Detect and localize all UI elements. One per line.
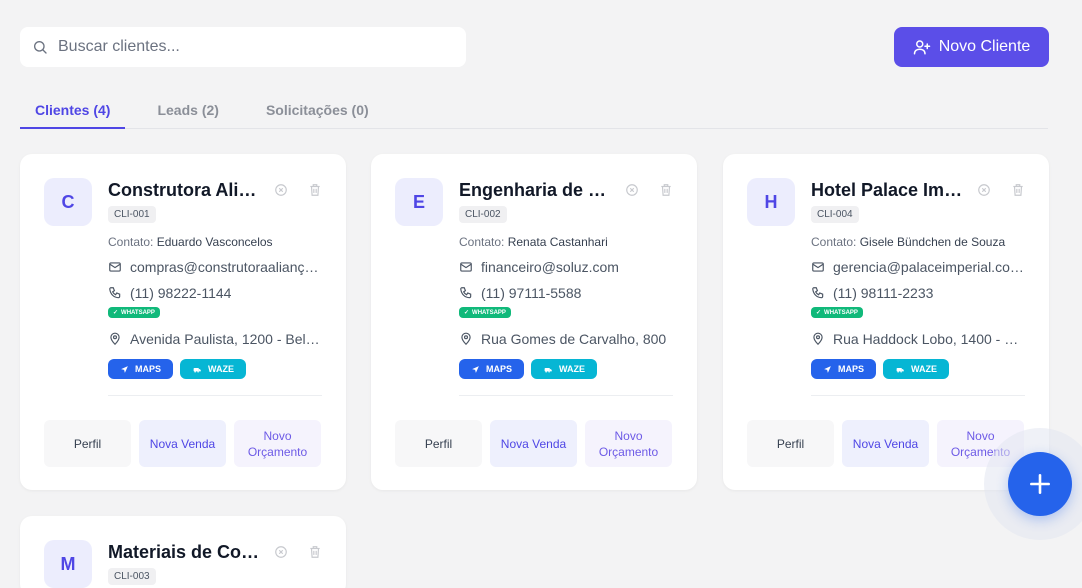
- client-email: financeiro@soluz.com: [481, 259, 619, 275]
- navigation-icon: [472, 365, 479, 373]
- trash-icon[interactable]: [308, 545, 322, 559]
- client-name: Materiais de Construção: [108, 541, 262, 562]
- mail-icon: [812, 262, 824, 272]
- deactivate-icon[interactable]: [977, 183, 991, 197]
- tab-solicitacoes[interactable]: Solicitações (0): [251, 92, 384, 128]
- car-icon: [193, 367, 201, 372]
- divider: [108, 395, 322, 396]
- avatar: M: [44, 540, 92, 588]
- phone-line: (11) 98222-1144: [108, 285, 322, 301]
- client-phone: (11) 97111-5588: [481, 285, 582, 301]
- contact-name: Renata Castanhari: [507, 235, 608, 249]
- phone-icon: [109, 287, 121, 299]
- maps-button[interactable]: MAPS: [811, 359, 877, 379]
- contact-name: Gisele Bündchen de Souza: [859, 235, 1006, 249]
- client-code: CLI-004: [811, 206, 859, 223]
- tab-clientes[interactable]: Clientes (4): [20, 92, 126, 129]
- contact-line: Contato: Gisele Bündchen de Souza: [811, 235, 1006, 249]
- new-quote-button[interactable]: Novo Orçamento: [585, 420, 672, 467]
- maps-button[interactable]: MAPS: [459, 359, 525, 379]
- address-line: Avenida Paulista, 1200 - Bela Vista: [108, 331, 322, 347]
- deactivate-icon[interactable]: [274, 545, 288, 559]
- address-line: Rua Haddock Lobo, 1400 - Jardins: [811, 331, 1025, 347]
- new-quote-button[interactable]: Novo Orçamento: [234, 420, 321, 467]
- phone-icon: [460, 287, 472, 299]
- map-pin-icon: [813, 332, 823, 346]
- contact-line: Contato: Eduardo Vasconcelos: [108, 235, 273, 249]
- phone-line: (11) 98111-2233: [811, 285, 1025, 301]
- trash-icon[interactable]: [308, 183, 322, 197]
- avatar: C: [44, 178, 92, 226]
- divider: [459, 395, 673, 396]
- client-address: Rua Haddock Lobo, 1400 - Jardins: [833, 331, 1025, 347]
- phone-icon: [812, 287, 824, 299]
- profile-button[interactable]: Perfil: [44, 420, 131, 467]
- trash-icon[interactable]: [1011, 183, 1025, 197]
- client-card: H Hotel Palace Imperial CLI-004 Contato:…: [723, 154, 1049, 490]
- client-email: gerencia@palaceimperial.com.br: [833, 259, 1025, 275]
- deactivate-icon[interactable]: [274, 183, 288, 197]
- mail-icon: [460, 262, 472, 272]
- email-line: financeiro@soluz.com: [459, 259, 673, 275]
- client-name: Construtora Aliança: [108, 179, 262, 200]
- maps-button[interactable]: MAPS: [108, 359, 174, 379]
- navigation-icon: [824, 365, 831, 373]
- new-sale-button[interactable]: Nova Venda: [842, 420, 929, 467]
- client-card: E Engenharia de Solos Luz CLI-002 Contat…: [371, 154, 697, 490]
- car-icon: [544, 367, 552, 372]
- client-code: CLI-001: [108, 206, 156, 223]
- client-code: CLI-003: [108, 568, 156, 585]
- whatsapp-button[interactable]: ✓ WHATSAPP: [811, 307, 863, 318]
- client-card: C Construtora Aliança CLI-001 Contato: E…: [20, 154, 346, 490]
- mail-icon: [109, 262, 121, 272]
- client-address: Rua Gomes de Carvalho, 800: [481, 331, 667, 347]
- email-line: gerencia@palaceimperial.com.br: [811, 259, 1025, 275]
- client-name: Engenharia de Solos Luz: [459, 179, 613, 200]
- add-user-icon: [913, 40, 930, 55]
- waze-button[interactable]: WAZE: [883, 359, 950, 379]
- new-client-button[interactable]: Novo Cliente: [894, 27, 1049, 67]
- map-pin-icon: [110, 332, 120, 346]
- check-icon: ✓: [113, 310, 119, 316]
- search-input[interactable]: [58, 38, 438, 56]
- client-address: Avenida Paulista, 1200 - Bela Vista: [130, 331, 322, 347]
- client-email: compras@construtoraaliança.com.br: [130, 259, 322, 275]
- trash-icon[interactable]: [659, 183, 673, 197]
- client-name: Hotel Palace Imperial: [811, 179, 965, 200]
- whatsapp-button[interactable]: ✓ WHATSAPP: [108, 307, 160, 318]
- check-icon: ✓: [816, 310, 822, 316]
- deactivate-icon[interactable]: [625, 183, 639, 197]
- client-phone: (11) 98222-1144: [130, 285, 232, 301]
- avatar: H: [747, 178, 795, 226]
- contact-name: Eduardo Vasconcelos: [156, 235, 273, 249]
- profile-button[interactable]: Perfil: [747, 420, 834, 467]
- divider: [811, 395, 1025, 396]
- navigation-icon: [121, 365, 128, 373]
- new-sale-button[interactable]: Nova Venda: [139, 420, 226, 467]
- map-pin-icon: [461, 332, 471, 346]
- email-line: compras@construtoraaliança.com.br: [108, 259, 322, 275]
- waze-button[interactable]: WAZE: [531, 359, 598, 379]
- waze-button[interactable]: WAZE: [180, 359, 247, 379]
- search-icon: [34, 41, 47, 54]
- address-line: Rua Gomes de Carvalho, 800: [459, 331, 673, 347]
- phone-line: (11) 97111-5588: [459, 285, 673, 301]
- add-fab-button[interactable]: [1008, 452, 1072, 516]
- contact-line: Contato: Renata Castanhari: [459, 235, 608, 249]
- avatar: E: [395, 178, 443, 226]
- new-client-label: Novo Cliente: [938, 38, 1031, 55]
- client-code: CLI-002: [459, 206, 507, 223]
- tab-leads[interactable]: Leads (2): [142, 92, 233, 128]
- client-card: M Materiais de Construção CLI-003: [20, 516, 346, 588]
- new-sale-button[interactable]: Nova Venda: [490, 420, 577, 467]
- plus-icon: [1030, 474, 1050, 494]
- car-icon: [896, 367, 904, 372]
- check-icon: ✓: [464, 310, 470, 316]
- whatsapp-button[interactable]: ✓ WHATSAPP: [459, 307, 511, 318]
- profile-button[interactable]: Perfil: [395, 420, 482, 467]
- search-bar[interactable]: [20, 27, 466, 67]
- tab-bar: Clientes (4) Leads (2) Solicitações (0): [20, 92, 1048, 129]
- client-phone: (11) 98111-2233: [833, 285, 934, 301]
